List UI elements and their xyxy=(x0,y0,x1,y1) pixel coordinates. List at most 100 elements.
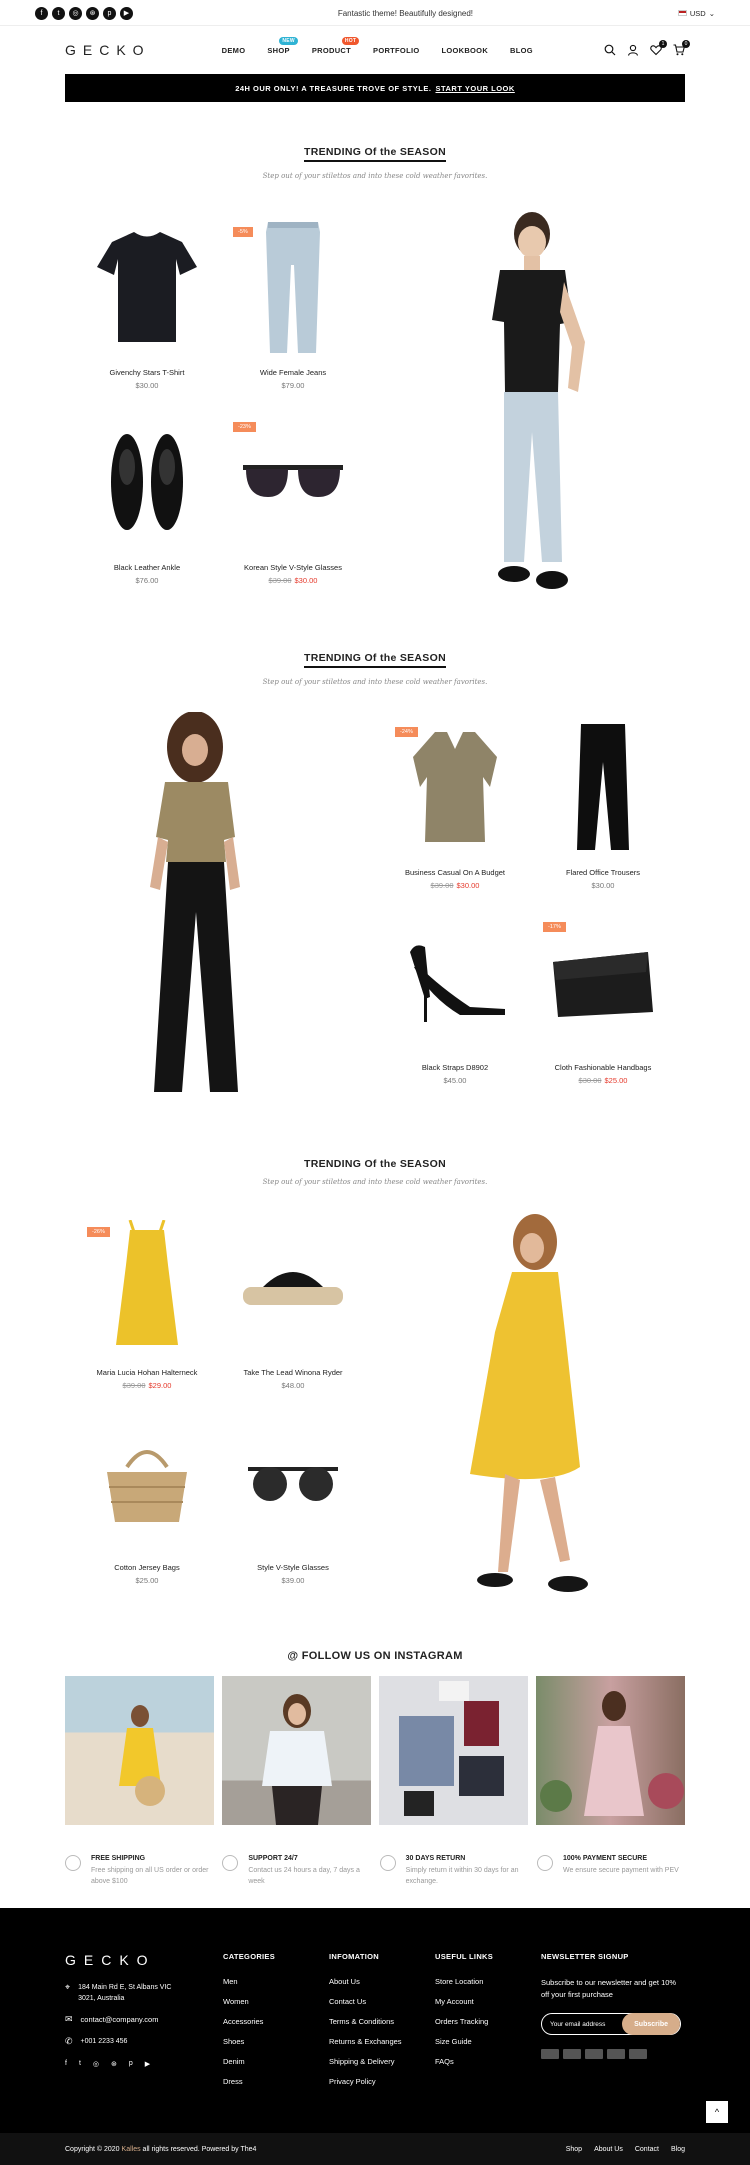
product-name[interactable]: Business Casual On A Budget xyxy=(380,868,530,877)
product-image-heels[interactable] xyxy=(380,907,530,1057)
footer-link[interactable]: Returns & Exchanges xyxy=(329,2037,402,2046)
nav-demo[interactable]: DEMO xyxy=(222,46,246,55)
footer-link[interactable]: My Account xyxy=(435,1997,493,2006)
copyright-link-contact[interactable]: Contact xyxy=(635,2146,659,2153)
footer-link[interactable]: Denim xyxy=(223,2057,275,2066)
section-title: TRENDING Of the SEASON xyxy=(65,652,685,668)
pinterest-icon[interactable]: p xyxy=(129,2060,133,2068)
site-header: GECKO DEMO SHOP NEW PRODUCT HOT PORTFOLIO … xyxy=(0,26,750,74)
youtube-icon[interactable]: ▶ xyxy=(145,2060,150,2068)
newsletter-email-input[interactable]: Your email address xyxy=(550,2021,605,2028)
twitter-icon[interactable]: t xyxy=(52,6,65,20)
footer-link[interactable]: Privacy Policy xyxy=(329,2077,402,2086)
product-card[interactable]: Black Leather Ankle $76.00 xyxy=(72,407,222,585)
footer-link[interactable]: Contact Us xyxy=(329,1997,402,2006)
product-name[interactable]: Givenchy Stars T-Shirt xyxy=(72,368,222,377)
footer-logo[interactable]: GECKO xyxy=(65,1952,178,1968)
logo[interactable]: GECKO xyxy=(65,42,151,58)
product-name[interactable]: Cotton Jersey Bags xyxy=(72,1563,222,1572)
copyright-bar: Copyright © 2020 Kalles all rights reser… xyxy=(0,2133,750,2165)
sale-badge: -5% xyxy=(233,227,253,237)
nav-portfolio[interactable]: PORTFOLIO xyxy=(373,46,419,55)
product-card[interactable]: Flared Office Trousers $30.00 xyxy=(528,712,678,890)
product-card[interactable]: Black Straps D8902 $45.00 xyxy=(380,907,530,1085)
product-card[interactable]: -17% Cloth Fashionable Handbags $30.00 $2… xyxy=(528,907,678,1085)
product-name[interactable]: Black Leather Ankle xyxy=(72,563,222,572)
dribbble-icon[interactable]: ⊛ xyxy=(111,2060,117,2068)
product-card[interactable]: Take The Lead Winona Ryder $48.00 xyxy=(218,1212,368,1390)
footer-link[interactable]: Terms & Conditions xyxy=(329,2017,402,2026)
product-image-boots[interactable] xyxy=(72,407,222,557)
product-card[interactable]: Style V-Style Glasses $39.00 xyxy=(218,1407,368,1585)
product-image-sunglasses[interactable] xyxy=(218,1407,368,1557)
back-to-top-button[interactable]: ^ xyxy=(706,2101,728,2123)
product-card[interactable]: -24% Business Casual On A Budget $39.00 $… xyxy=(380,712,530,890)
copyright-link-blog[interactable]: Blog xyxy=(671,2146,685,2153)
product-image-blouse[interactable]: -24% xyxy=(380,712,530,862)
product-image-straw-bag[interactable] xyxy=(72,1407,222,1557)
footer-link[interactable]: Orders Tracking xyxy=(435,2017,493,2026)
product-card[interactable]: Cotton Jersey Bags $25.00 xyxy=(72,1407,222,1585)
footer-heading: CATEGORIES xyxy=(223,1952,276,1961)
footer-link[interactable]: Accessories xyxy=(223,2017,275,2026)
product-image-tshirt[interactable] xyxy=(72,212,222,362)
product-name[interactable]: Flared Office Trousers xyxy=(528,868,678,877)
user-icon[interactable] xyxy=(627,44,639,56)
product-name[interactable]: Korean Style V-Style Glasses xyxy=(218,563,368,572)
product-card[interactable]: -26% Maria Lucia Hohan Halterneck $39.00… xyxy=(72,1212,222,1390)
facebook-icon[interactable]: f xyxy=(35,6,48,20)
pinterest-icon[interactable]: p xyxy=(103,6,116,20)
footer-phone[interactable]: +001 2233 456 xyxy=(81,2036,128,2047)
product-card[interactable]: -5% Wide Female Jeans $79.00 xyxy=(218,212,368,390)
instagram-photo-flatlay[interactable] xyxy=(379,1676,528,1825)
product-image-glasses[interactable]: -23% xyxy=(218,407,368,557)
instagram-photo-street[interactable] xyxy=(222,1676,371,1825)
cart-icon[interactable]: 0 xyxy=(673,40,690,56)
instagram-icon[interactable]: ◎ xyxy=(69,6,82,20)
footer-link[interactable]: Size Guide xyxy=(435,2037,493,2046)
footer-link[interactable]: Women xyxy=(223,1997,275,2006)
product-name[interactable]: Style V-Style Glasses xyxy=(218,1563,368,1572)
product-name[interactable]: Wide Female Jeans xyxy=(218,368,368,377)
footer-link[interactable]: FAQs xyxy=(435,2057,493,2066)
product-name[interactable]: Cloth Fashionable Handbags xyxy=(528,1063,678,1072)
footer-link[interactable]: Shipping & Delivery xyxy=(329,2057,402,2066)
mastercard-card-icon xyxy=(585,2049,603,2059)
footer-link[interactable]: Store Location xyxy=(435,1977,493,1986)
nav-product[interactable]: PRODUCT HOT xyxy=(312,36,360,55)
instagram-title[interactable]: @ FOLLOW US ON INSTAGRAM xyxy=(0,1650,750,1662)
subscribe-button[interactable]: Subscribe xyxy=(622,2013,680,2035)
facebook-icon[interactable]: f xyxy=(65,2060,67,2068)
copyright-link-about[interactable]: About Us xyxy=(594,2146,623,2153)
footer-link[interactable]: About Us xyxy=(329,1977,402,1986)
instagram-photo-flowers[interactable] xyxy=(536,1676,685,1825)
nav-blog[interactable]: BLOG xyxy=(510,46,533,55)
footer-link[interactable]: Shoes xyxy=(223,2037,275,2046)
footer-link[interactable]: Men xyxy=(223,1977,275,1986)
nav-lookbook[interactable]: LOOKBOOK xyxy=(441,46,488,55)
youtube-icon[interactable]: ▶ xyxy=(120,6,133,20)
footer-email[interactable]: contact@company.com xyxy=(81,2014,159,2026)
currency-selector[interactable]: USD ⌄ xyxy=(677,9,715,18)
nav-shop[interactable]: SHOP NEW xyxy=(267,36,298,55)
footer-link[interactable]: Dress xyxy=(223,2077,275,2086)
product-image-trousers[interactable] xyxy=(528,712,678,862)
brand-link[interactable]: Kalles xyxy=(122,2146,141,2153)
instagram-photo-beach[interactable] xyxy=(65,1676,214,1825)
twitter-icon[interactable]: t xyxy=(79,2060,81,2068)
copyright-link-shop[interactable]: Shop xyxy=(566,2146,582,2153)
wishlist-icon[interactable]: 1 xyxy=(650,40,667,56)
product-image-yellow-dress[interactable]: -26% xyxy=(72,1212,222,1362)
dribbble-icon[interactable]: ⊛ xyxy=(86,6,99,20)
search-icon[interactable] xyxy=(604,44,616,56)
product-image-jeans[interactable]: -5% xyxy=(218,212,368,362)
product-image-handbag[interactable]: -17% xyxy=(528,907,678,1057)
instagram-icon[interactable]: ◎ xyxy=(93,2060,99,2068)
product-card[interactable]: Givenchy Stars T-Shirt $30.00 xyxy=(72,212,222,390)
product-name[interactable]: Maria Lucia Hohan Halterneck xyxy=(72,1368,222,1377)
product-name[interactable]: Take The Lead Winona Ryder xyxy=(218,1368,368,1377)
product-image-sandals[interactable] xyxy=(218,1212,368,1362)
product-card[interactable]: -23% Korean Style V-Style Glasses $39.00… xyxy=(218,407,368,585)
product-name[interactable]: Black Straps D8902 xyxy=(380,1063,530,1072)
banner-link[interactable]: START YOUR LOOK xyxy=(435,84,514,93)
